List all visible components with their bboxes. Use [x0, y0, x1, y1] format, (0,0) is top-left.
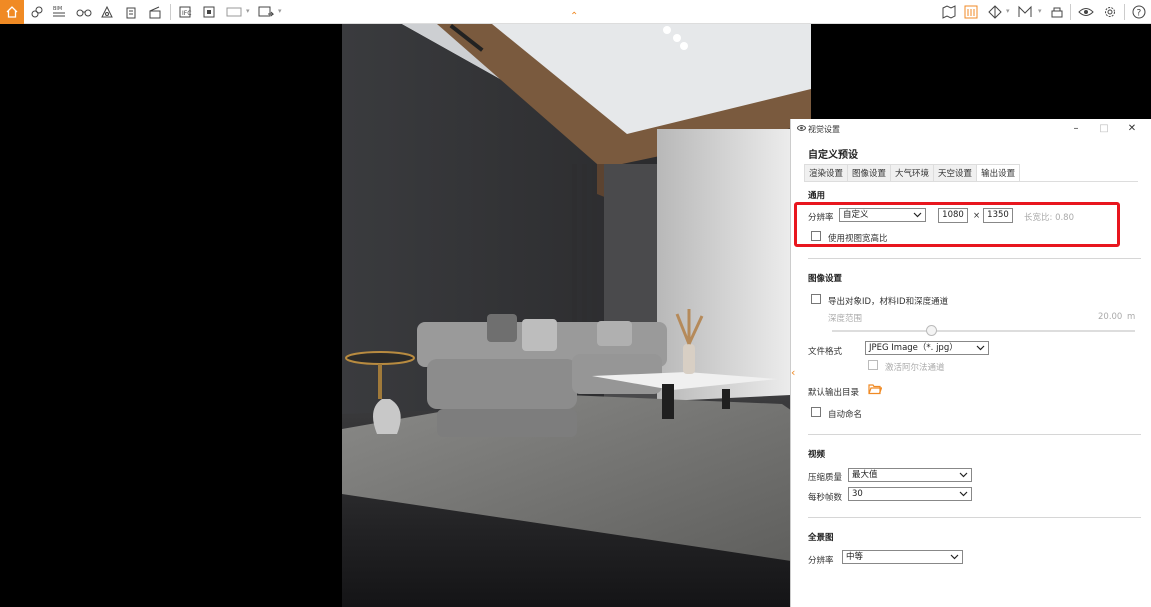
- settings-icon[interactable]: [1101, 2, 1119, 22]
- resolution-select[interactable]: 自定义: [839, 208, 926, 222]
- panorama-resolution-label: 分辨率: [808, 556, 834, 566]
- section-general-heading: 通用: [808, 191, 826, 201]
- chevron-down-icon: [950, 552, 959, 565]
- svg-text:?: ?: [1137, 9, 1142, 19]
- tab-render[interactable]: 渲染设置: [804, 164, 848, 182]
- render-icon[interactable]: [200, 2, 218, 22]
- auto-name-checkbox[interactable]: [811, 407, 821, 417]
- export-channels-label: 导出对象ID，材料ID和深度通道: [828, 297, 949, 307]
- output-dir-label: 默认输出目录: [808, 388, 860, 398]
- settings-tabs: 渲染设置 图像设置 大气环境 天空设置 输出设置: [804, 164, 1021, 182]
- video-icon[interactable]: [224, 2, 244, 22]
- svg-text:IFC: IFC: [182, 10, 191, 17]
- link-icon[interactable]: [28, 2, 46, 22]
- collapse-panel-icon[interactable]: ‹: [791, 366, 795, 379]
- svg-text:BIM: BIM: [53, 6, 62, 12]
- chevron-down-icon: [959, 470, 968, 483]
- eye-icon: [796, 124, 807, 135]
- quality-label: 压缩质量: [808, 473, 843, 483]
- fps-label: 每秒帧数: [808, 493, 843, 503]
- bim-icon[interactable]: BIM: [50, 2, 68, 22]
- file-format-select[interactable]: JPEG Image（*. jpg）: [865, 341, 989, 355]
- height-input[interactable]: 1350: [983, 208, 1013, 223]
- section-image-heading: 图像设置: [808, 274, 843, 284]
- help-icon[interactable]: ?: [1130, 2, 1148, 22]
- section-panorama-heading: 全景图: [808, 533, 834, 543]
- map-icon[interactable]: [940, 2, 958, 22]
- depth-range-unit: m: [1127, 312, 1136, 322]
- tab-output[interactable]: 输出设置: [976, 164, 1021, 182]
- minimize-button[interactable]: –: [1066, 121, 1086, 137]
- binoculars-icon[interactable]: [74, 2, 94, 22]
- tab-atmosphere[interactable]: 大气环境: [890, 164, 934, 182]
- camera-icon[interactable]: [98, 2, 116, 22]
- times-sign: ×: [973, 211, 981, 221]
- fps-select[interactable]: 30: [848, 487, 972, 501]
- depth-range-value: 20.00: [1098, 312, 1123, 322]
- render-viewport[interactable]: [342, 24, 811, 607]
- collapse-toolbar-icon[interactable]: ⌃: [570, 12, 578, 22]
- file-format-label: 文件格式: [808, 347, 843, 357]
- depth-range-label: 深度范围: [828, 314, 863, 324]
- view-icon[interactable]: [1076, 2, 1096, 22]
- home-icon[interactable]: [0, 0, 24, 24]
- building-icon[interactable]: [122, 2, 140, 22]
- resolution-label: 分辨率: [808, 213, 834, 223]
- tab-sky[interactable]: 天空设置: [933, 164, 977, 182]
- material-icon[interactable]: [1016, 2, 1034, 22]
- clapper-icon[interactable]: [146, 2, 164, 22]
- panel-title: 视觉设置: [808, 125, 840, 134]
- aspect-ratio-label: 长宽比: 0.80: [1024, 213, 1074, 223]
- preset-title: 自定义预设: [808, 150, 858, 161]
- depth-range-slider-thumb[interactable]: [926, 325, 937, 336]
- close-button[interactable]: ✕: [1122, 121, 1142, 137]
- folder-icon[interactable]: [868, 383, 883, 398]
- auto-name-label: 自动命名: [828, 410, 863, 420]
- alpha-channel-label: 激活阿尔法通道: [885, 363, 945, 373]
- use-viewport-ratio-checkbox[interactable]: [811, 231, 821, 241]
- chevron-down-icon: [913, 210, 922, 223]
- maximize-button[interactable]: □: [1094, 121, 1114, 137]
- cube-icon[interactable]: [986, 2, 1004, 22]
- panel-titlebar[interactable]: 视觉设置 – □ ✕: [791, 119, 1151, 139]
- use-viewport-ratio-label: 使用视图宽高比: [828, 234, 888, 244]
- library-icon[interactable]: [962, 2, 980, 22]
- sky-icon[interactable]: [1048, 2, 1066, 22]
- alpha-channel-checkbox[interactable]: [868, 360, 878, 370]
- section-video-heading: 视频: [808, 450, 826, 460]
- chevron-down-icon: [976, 343, 985, 356]
- chevron-down-icon: [959, 489, 968, 502]
- export-icon[interactable]: IFC: [176, 2, 194, 22]
- visual-settings-panel: 视觉设置 – □ ✕ ‹ 自定义预设 渲染设置 图像设置 大气环境 天空设置 输…: [790, 119, 1151, 607]
- tab-image[interactable]: 图像设置: [847, 164, 891, 182]
- quality-select[interactable]: 最大值: [848, 468, 972, 482]
- depth-range-slider[interactable]: [832, 330, 1135, 332]
- panorama-resolution-select[interactable]: 中等: [842, 550, 963, 564]
- vr-icon[interactable]: [256, 2, 276, 22]
- width-input[interactable]: 1080: [938, 208, 968, 223]
- export-channels-checkbox[interactable]: [811, 294, 821, 304]
